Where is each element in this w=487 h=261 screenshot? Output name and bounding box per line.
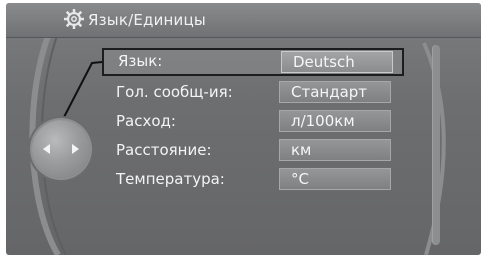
setting-row-voice-messages[interactable]: Гол. сообщ-ия: Стандарт: [102, 81, 400, 105]
idrive-controller-knob[interactable]: [32, 120, 90, 178]
setting-row-distance[interactable]: Расстояние: км: [102, 139, 400, 163]
scrollbar[interactable]: [432, 45, 440, 245]
setting-row-temperature[interactable]: Температура: °C: [102, 168, 400, 192]
setting-row-language[interactable]: Язык: Deutsch: [102, 48, 404, 76]
setting-label: Расстояние:: [116, 141, 212, 159]
setting-row-consumption[interactable]: Расход: л/100км: [102, 110, 400, 134]
setting-value[interactable]: л/100км: [279, 110, 391, 132]
title-bar: Язык/Единицы: [6, 3, 481, 38]
screen-title: Язык/Единицы: [88, 11, 206, 29]
setting-label: Язык:: [118, 52, 163, 70]
setting-value[interactable]: км: [279, 139, 391, 161]
setting-label: Расход:: [116, 112, 176, 130]
setting-label: Гол. сообщ-ия:: [116, 83, 233, 101]
gear-icon: [64, 9, 84, 29]
setting-value[interactable]: Deutsch: [281, 51, 393, 73]
arrow-right-icon: [72, 144, 79, 154]
setting-label: Температура:: [116, 170, 225, 188]
setting-value[interactable]: °C: [279, 168, 391, 190]
setting-value[interactable]: Стандарт: [279, 81, 391, 103]
idrive-screen: Язык/Единицы Язык: Deutsch Гол. сообщ-ия…: [6, 3, 481, 255]
arrow-left-icon: [43, 144, 50, 154]
